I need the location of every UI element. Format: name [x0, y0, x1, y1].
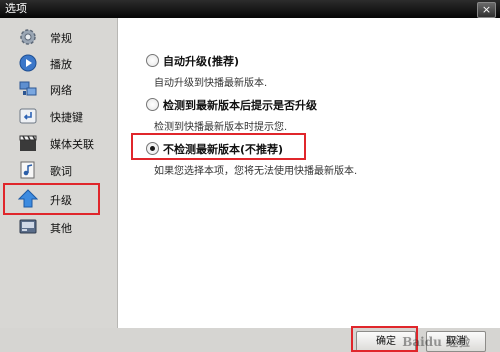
- close-icon: ×: [481, 3, 492, 16]
- options-dialog: 选项 × 常规 播放 网络 快捷键 媒体关联 歌词 升级 其他 自动升级(推荐)…: [0, 0, 500, 352]
- shortcut-key-icon: [19, 108, 37, 124]
- prompt-upgrade-label[interactable]: 检测到最新版本后提示是否升级: [163, 97, 317, 113]
- sidebar-item-label: 其他: [50, 222, 72, 235]
- sidebar-item-play[interactable]: 播放: [6, 49, 111, 76]
- sidebar-item-label: 常规: [50, 32, 72, 45]
- sidebar-item-label: 歌词: [50, 165, 72, 178]
- sidebar-item-media-association[interactable]: 媒体关联: [6, 129, 111, 156]
- sidebar-highlight-box: [3, 183, 100, 215]
- no-check-desc: 如果您选择本项，您将无法使用快播最新版本.: [154, 166, 358, 177]
- sidebar-item-network[interactable]: 网络: [6, 75, 111, 102]
- close-button[interactable]: ×: [477, 2, 496, 18]
- other-panel-icon: [19, 219, 37, 234]
- network-icon: [19, 81, 37, 96]
- radio-auto-upgrade[interactable]: [146, 54, 159, 67]
- radio-prompt-upgrade[interactable]: [146, 98, 159, 111]
- sidebar-item-shortcut[interactable]: 快捷键: [6, 102, 111, 129]
- sidebar-item-label: 网络: [50, 84, 72, 97]
- sidebar: 常规 播放 网络 快捷键 媒体关联 歌词 升级 其他: [0, 18, 118, 328]
- sidebar-item-label: 快捷键: [50, 111, 83, 124]
- auto-upgrade-label[interactable]: 自动升级(推荐): [163, 53, 239, 69]
- sidebar-item-label: 播放: [50, 58, 72, 71]
- sidebar-item-lyrics[interactable]: 歌词: [6, 156, 111, 183]
- watermark: Baidu 经验: [402, 335, 470, 349]
- play-icon: [19, 54, 37, 72]
- sidebar-item-general[interactable]: 常规: [6, 23, 111, 50]
- title-bar: 选项 ×: [0, 0, 500, 18]
- option-highlight-box: [131, 133, 306, 160]
- gear-icon: [20, 29, 36, 45]
- lyrics-note-icon: [20, 161, 35, 179]
- auto-upgrade-desc: 自动升级到快播最新版本.: [154, 78, 268, 89]
- prompt-upgrade-desc: 检测到快播最新版本时提示您.: [154, 122, 288, 133]
- window-title: 选项: [5, 2, 27, 15]
- film-clapper-icon: [19, 135, 37, 151]
- sidebar-item-label: 媒体关联: [50, 138, 94, 151]
- sidebar-item-other[interactable]: 其他: [6, 213, 111, 240]
